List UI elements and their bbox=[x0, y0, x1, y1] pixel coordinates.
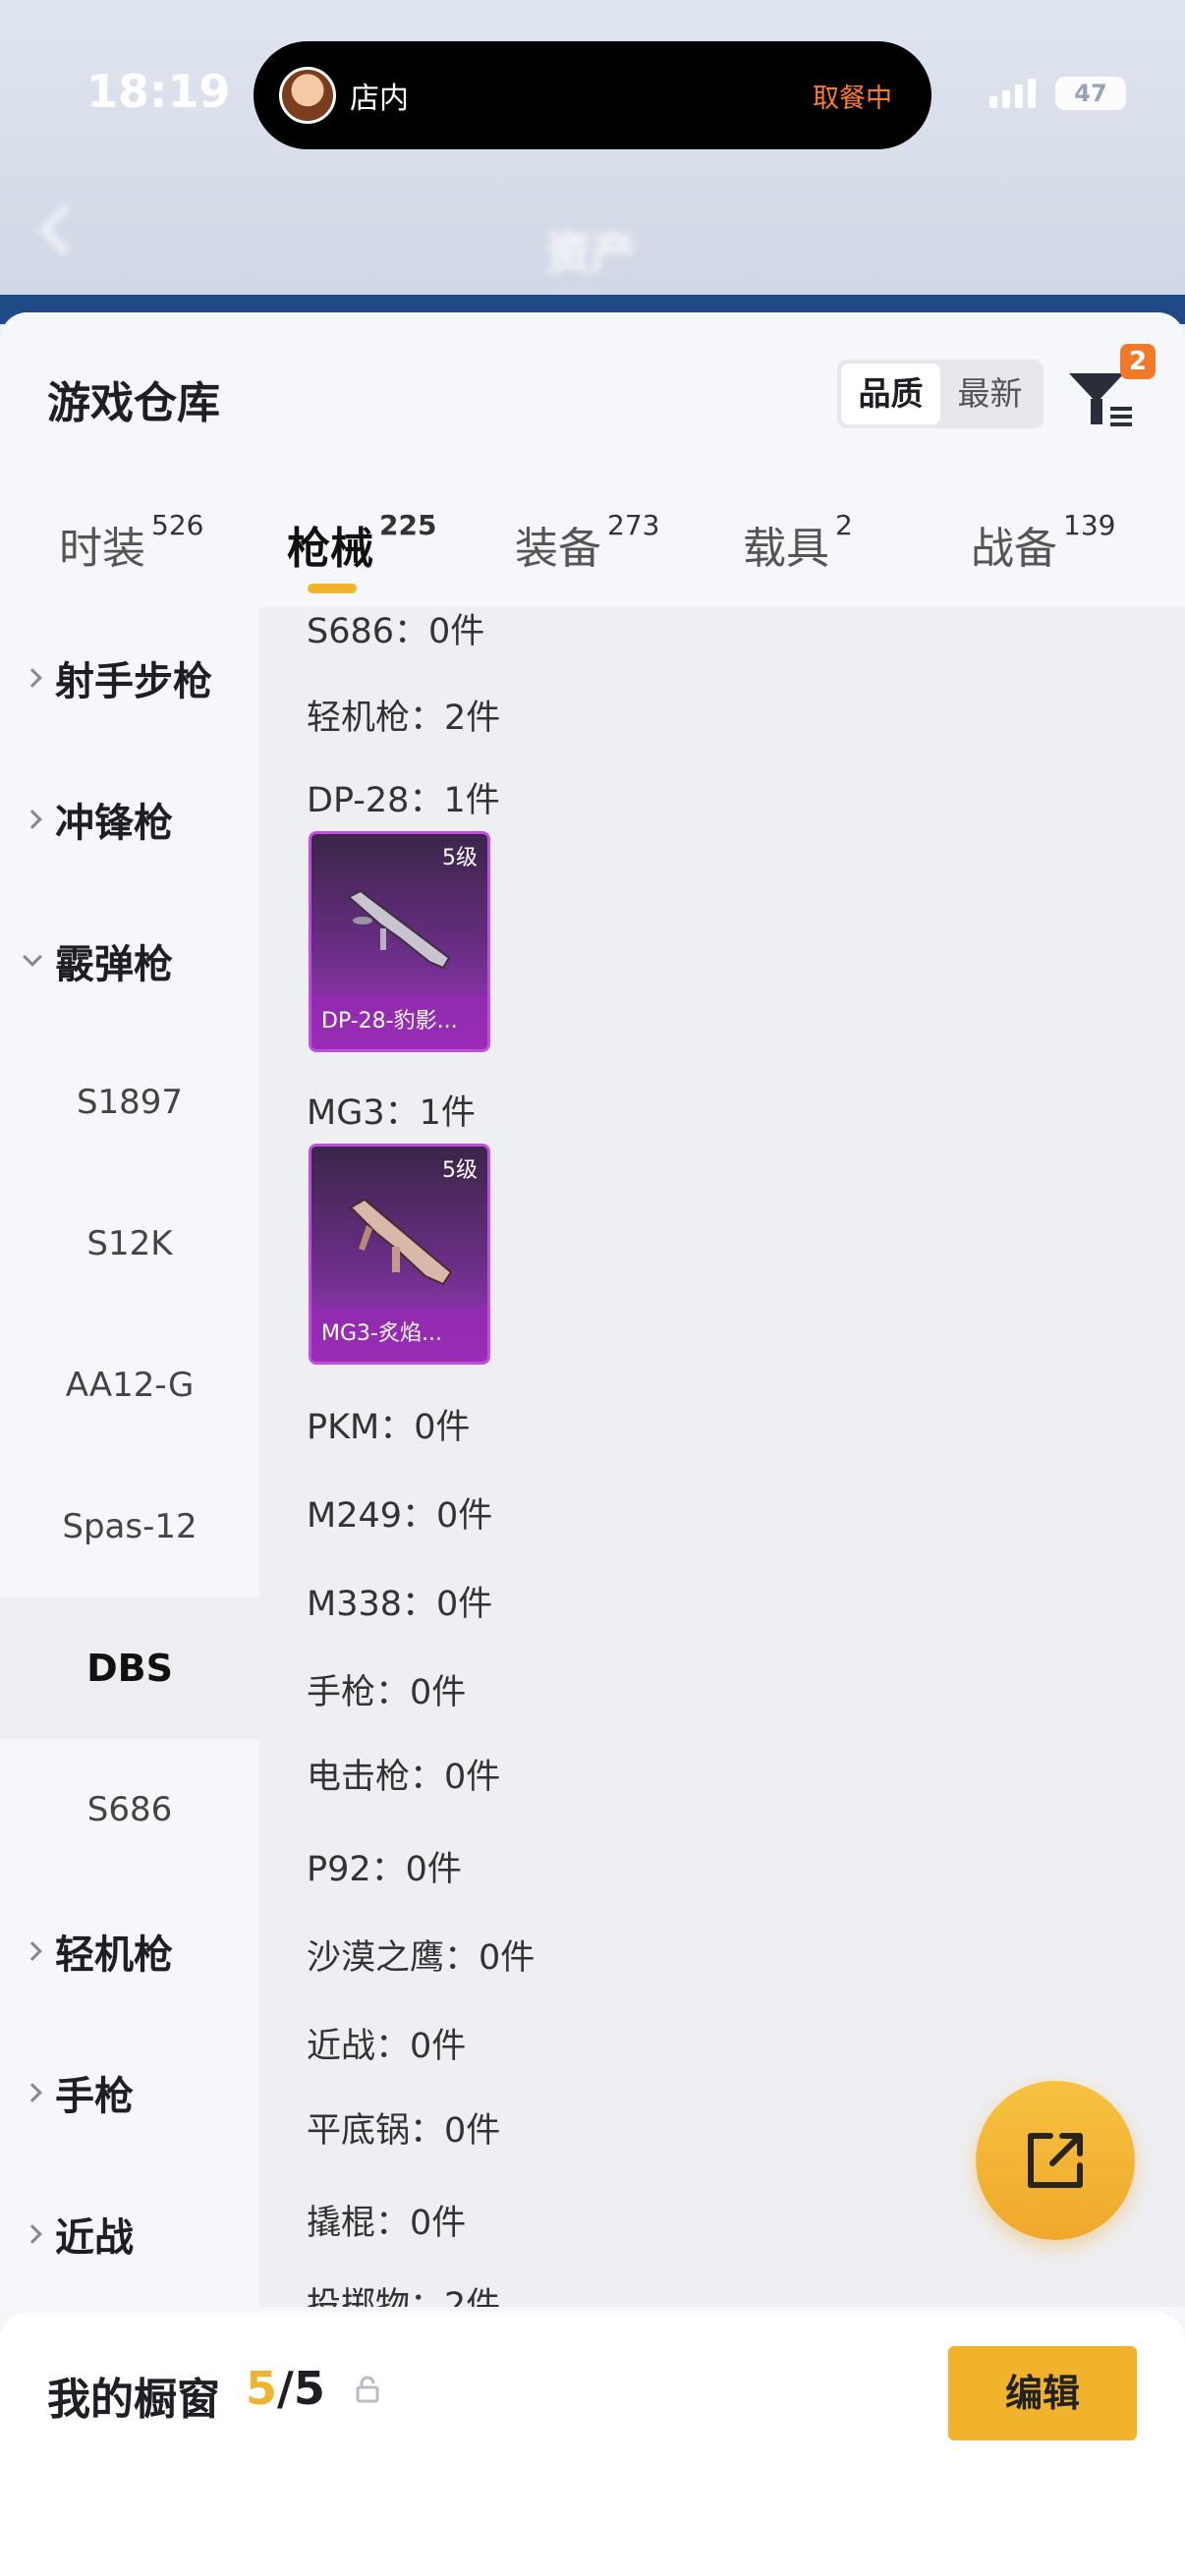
background-title: 资产 bbox=[545, 227, 636, 280]
sidebar-item-s686[interactable]: S686 bbox=[0, 1739, 259, 1880]
avatar bbox=[279, 67, 336, 124]
card-name: DP-28-豹影... bbox=[311, 994, 487, 1049]
signal-icon bbox=[989, 79, 1036, 108]
share-button[interactable] bbox=[976, 2081, 1135, 2240]
sort-toggle: 品质 最新 bbox=[837, 360, 1044, 428]
showcase-count: 5/5 bbox=[246, 2362, 325, 2415]
active-tab-indicator bbox=[308, 584, 357, 593]
dynamic-island[interactable]: 店内 取餐中 bbox=[254, 41, 931, 149]
list-item: 撬棍：0件 bbox=[307, 2204, 467, 2243]
list-item: 电击枪：0件 bbox=[307, 1758, 501, 1797]
battery-icon: 47 bbox=[1055, 77, 1126, 110]
sidebar-item-s12k[interactable]: S12K bbox=[0, 1173, 259, 1315]
chevron-right-icon bbox=[23, 668, 42, 688]
card-name: MG3-炙焰... bbox=[311, 1307, 487, 1362]
showcase-bar: 我的橱窗 5/5 编辑 bbox=[0, 2313, 1185, 2576]
chevron-down-icon bbox=[23, 947, 42, 967]
list-item: PKM：0件 bbox=[307, 1408, 471, 1447]
category-sidebar: 射手步枪 冲锋枪 霰弹枪 S1897 S12K AA12-G Spas-12 D… bbox=[0, 607, 259, 2307]
list-item: S686：0件 bbox=[307, 612, 485, 651]
tab-equipment[interactable]: 装备 273 bbox=[515, 489, 659, 597]
list-item: DP-28：1件 bbox=[307, 781, 500, 820]
skin-card-dp28[interactable]: 5级 DP-28-豹影... bbox=[309, 831, 490, 1052]
list-item: P92：0件 bbox=[307, 1850, 462, 1889]
sort-quality-button[interactable]: 品质 bbox=[841, 364, 940, 424]
lock-icon bbox=[356, 2376, 379, 2403]
showcase-title: 我的橱窗 bbox=[47, 2375, 220, 2425]
warehouse-sheet: 游戏仓库 品质 最新 2 时装 526 枪械 225 装备 273 载具 2 战… bbox=[0, 312, 1185, 2576]
sidebar-item-smg[interactable]: 冲锋枪 bbox=[0, 749, 259, 890]
tab-fashion[interactable]: 时装 526 bbox=[59, 489, 203, 597]
list-item: 近战：0件 bbox=[307, 2027, 467, 2066]
sort-newest-button[interactable]: 最新 bbox=[940, 364, 1040, 424]
sidebar-item-pistol[interactable]: 手枪 bbox=[0, 2022, 259, 2163]
card-level: 5级 bbox=[442, 846, 478, 870]
page-title: 游戏仓库 bbox=[47, 378, 220, 428]
sheet-header: 游戏仓库 品质 最新 2 时装 526 枪械 225 装备 273 载具 2 战… bbox=[0, 312, 1185, 607]
chevron-right-icon bbox=[23, 2083, 42, 2102]
sidebar-item-lmg[interactable]: 轻机枪 bbox=[0, 1880, 259, 2022]
back-arrow-icon bbox=[39, 204, 90, 255]
tab-supplies[interactable]: 战备 139 bbox=[971, 489, 1115, 597]
list-item: 轻机枪：2件 bbox=[307, 699, 501, 738]
tab-vehicles[interactable]: 载具 2 bbox=[743, 489, 853, 597]
island-status: 取餐中 bbox=[813, 83, 892, 114]
skin-card-mg3[interactable]: 5级 MG3-炙焰... bbox=[309, 1144, 490, 1365]
list-item: 投掷物：2件 bbox=[307, 2286, 501, 2307]
chevron-right-icon bbox=[23, 1941, 42, 1961]
card-level: 5级 bbox=[442, 1158, 478, 1183]
status-time: 18:19 bbox=[86, 65, 231, 118]
sidebar-item-melee[interactable]: 近战 bbox=[0, 2163, 259, 2305]
list-item: M338：0件 bbox=[307, 1585, 493, 1624]
gun-icon bbox=[349, 1198, 453, 1286]
list-item: 沙漠之鹰：0件 bbox=[307, 1938, 536, 1978]
edit-button[interactable]: 编辑 bbox=[948, 2346, 1137, 2440]
category-tabs: 时装 526 枪械 225 装备 273 载具 2 战备 139 bbox=[0, 489, 1185, 597]
filter-count-badge: 2 bbox=[1120, 344, 1156, 379]
sidebar-item-aa12g[interactable]: AA12-G bbox=[0, 1315, 259, 1456]
sidebar-item-shotgun[interactable]: 霰弹枪 bbox=[0, 890, 259, 1032]
sidebar-item-spas12[interactable]: Spas-12 bbox=[0, 1456, 259, 1597]
share-external-icon bbox=[1028, 2133, 1083, 2188]
list-item: 平底锅：0件 bbox=[307, 2111, 501, 2151]
sidebar-item-dbs[interactable]: DBS bbox=[0, 1597, 259, 1739]
sidebar-item-s1897[interactable]: S1897 bbox=[0, 1032, 259, 1173]
list-item: M249：0件 bbox=[307, 1496, 493, 1536]
chevron-right-icon bbox=[23, 2224, 42, 2244]
list-item: 手枪：0件 bbox=[307, 1673, 467, 1712]
chevron-right-icon bbox=[23, 810, 42, 829]
sidebar-item-marksman-rifle[interactable]: 射手步枪 bbox=[0, 607, 259, 749]
list-item: MG3：1件 bbox=[307, 1093, 476, 1133]
tab-guns[interactable]: 枪械 225 bbox=[287, 489, 436, 597]
island-label: 店内 bbox=[350, 82, 409, 116]
gun-icon bbox=[347, 889, 451, 970]
item-list: S686：0件 轻机枪：2件 DP-28：1件 5级 DP-28-豹影... M… bbox=[259, 607, 1185, 2307]
status-icons: 47 bbox=[989, 77, 1126, 110]
